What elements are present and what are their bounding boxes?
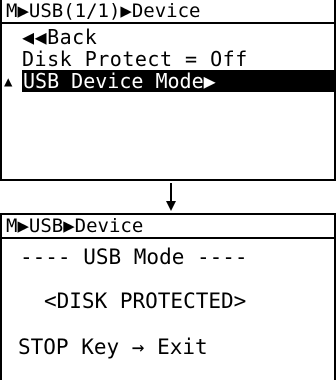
usb-mode-screen: M▶USB▶Device ---- USB Mode ---- <DISK PR… — [0, 213, 336, 380]
usb-device-mode-menu-item[interactable]: USB Device Mode▶ — [22, 70, 334, 92]
usb-mode-header: ---- USB Mode ---- — [20, 245, 248, 269]
down-arrow-icon — [166, 183, 176, 211]
menu-title-text: M▶USB(1/1)▶Device — [6, 0, 201, 22]
title-underline — [2, 237, 334, 239]
title-underline — [2, 22, 334, 24]
back-menu-item[interactable]: ◀◀Back — [22, 26, 97, 48]
stop-key-exit-hint: STOP Key → Exit — [18, 335, 208, 359]
usb-mode-title-text: M▶USB▶Device — [6, 215, 144, 237]
disk-protect-menu-item[interactable]: Disk Protect = Off — [22, 48, 248, 70]
disk-protected-status: <DISK PROTECTED> — [44, 289, 247, 313]
menu-title: M▶USB(1/1)▶Device — [2, 0, 334, 24]
cursor-up-icon: ▲ — [4, 74, 13, 90]
usb-menu-screen: M▶USB(1/1)▶Device ◀◀Back Disk Protect = … — [0, 0, 336, 181]
usb-mode-title: M▶USB▶Device — [2, 215, 334, 239]
